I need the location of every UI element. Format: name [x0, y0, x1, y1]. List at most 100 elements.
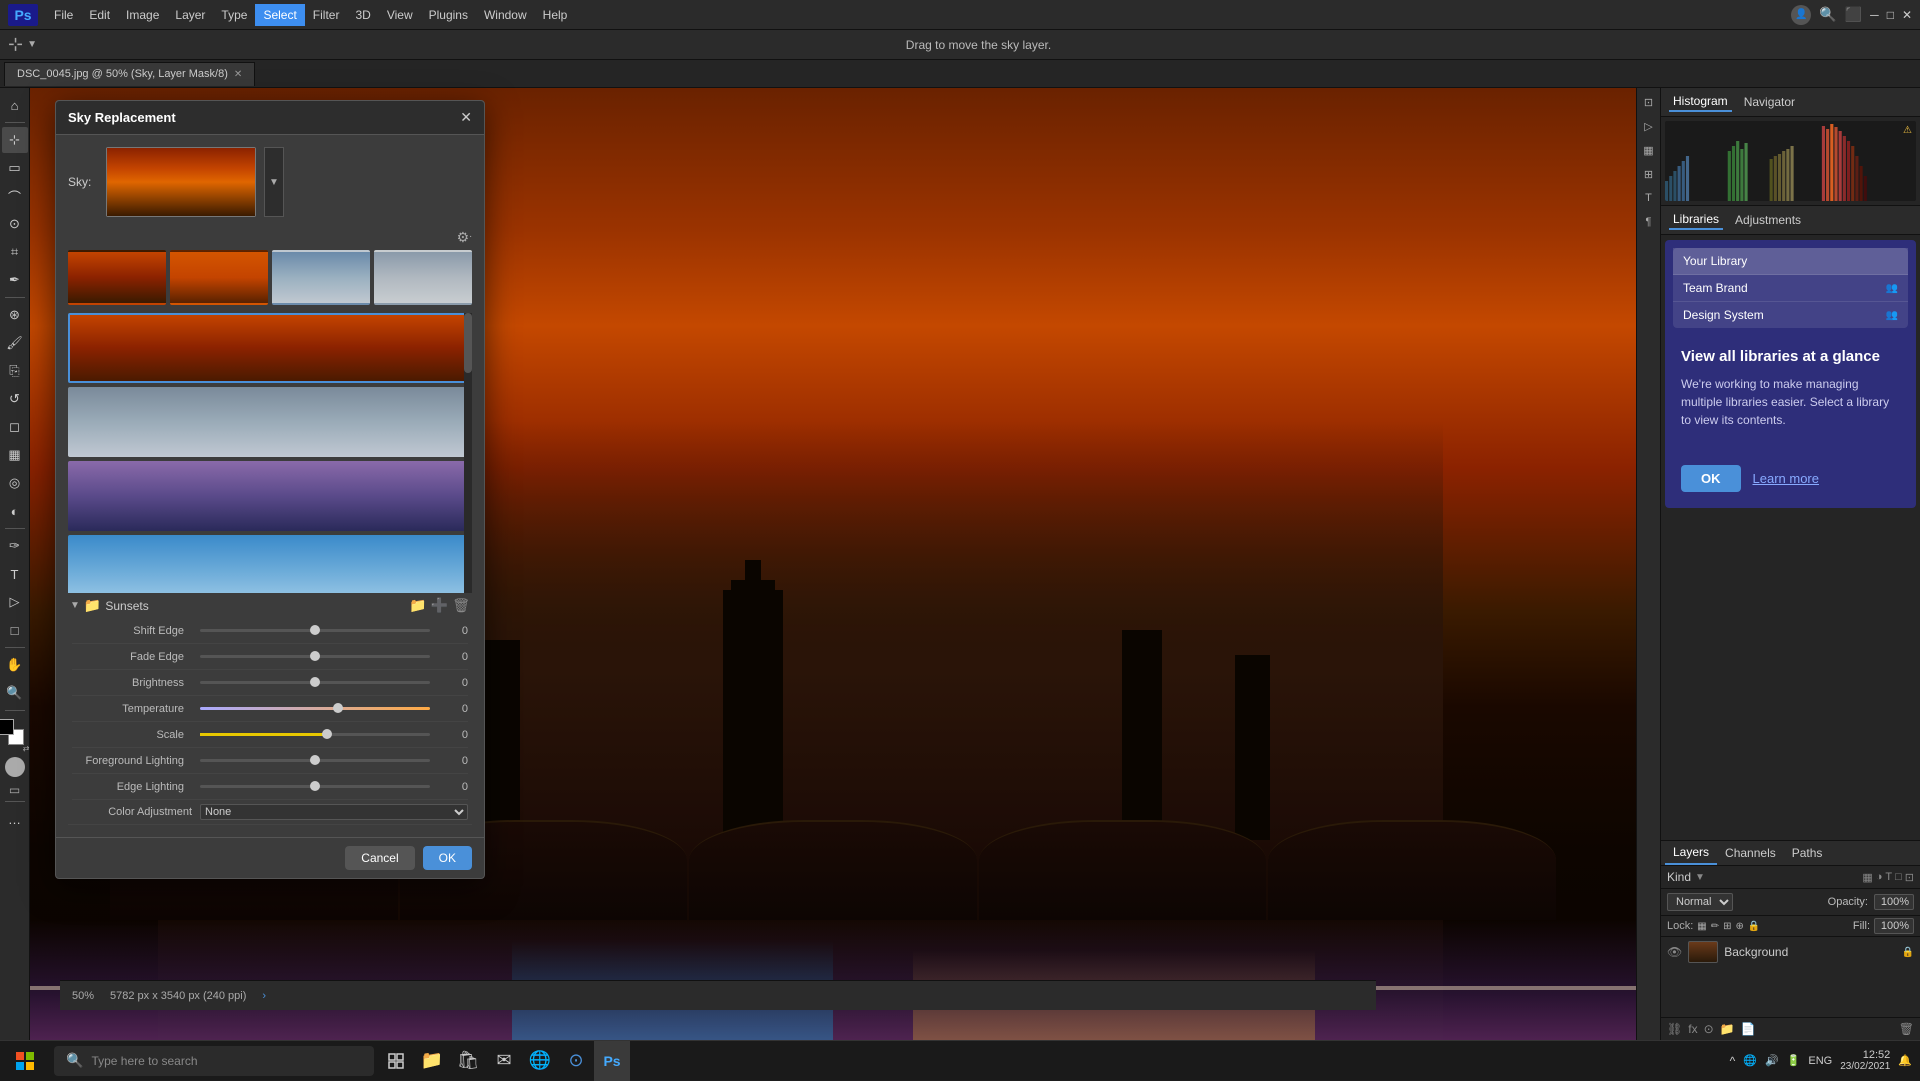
edge-lighting-thumb[interactable] — [310, 781, 320, 791]
marquee-tool[interactable]: ▭ — [2, 155, 28, 181]
settings-dropdown-arrow[interactable]: . — [469, 229, 472, 246]
network-icon[interactable]: 🌐 — [1743, 1054, 1757, 1067]
library-ok-button[interactable]: OK — [1681, 465, 1741, 492]
sunsets-toggle[interactable]: ▼ 📁 Sunsets — [70, 597, 149, 614]
scale-slider[interactable] — [200, 733, 430, 736]
color-adjust-select[interactable]: None — [200, 804, 468, 820]
windows-start-button[interactable] — [0, 1041, 50, 1081]
sky-dropdown-button[interactable]: ▼ — [264, 147, 284, 217]
tab-libraries[interactable]: Libraries — [1669, 210, 1723, 230]
filter-smart-icon[interactable]: ⊡ — [1905, 871, 1914, 884]
foreground-thumb[interactable] — [310, 755, 320, 765]
library-learn-more-button[interactable]: Learn more — [1753, 471, 1819, 486]
menu-layer[interactable]: Layer — [167, 4, 213, 26]
lock-image-icon[interactable]: ✏ — [1711, 921, 1719, 932]
pen-tool[interactable]: ✑ — [2, 533, 28, 559]
add-style-icon[interactable]: fx — [1688, 1022, 1697, 1036]
brightness-slider[interactable] — [200, 681, 430, 684]
panel-icon-3[interactable]: ▦ — [1639, 140, 1659, 160]
tab-layers[interactable]: Layers — [1665, 841, 1717, 865]
eraser-tool[interactable]: ◻ — [2, 414, 28, 440]
swap-colors-icon[interactable]: ⇄ — [23, 744, 30, 753]
sky-preview-thumbnail[interactable] — [106, 147, 256, 217]
menu-image[interactable]: Image — [118, 4, 167, 26]
battery-icon[interactable]: 🔋 — [1787, 1054, 1801, 1067]
ok-button[interactable]: OK — [423, 846, 472, 870]
panel-icon-6[interactable]: ¶ — [1639, 212, 1659, 232]
blend-mode-select[interactable]: Normal — [1667, 893, 1733, 911]
new-layer-icon[interactable]: 📄 — [1741, 1022, 1756, 1036]
tab-adjustments[interactable]: Adjustments — [1731, 211, 1805, 229]
move-tool-icon[interactable]: ⊹ — [8, 34, 23, 55]
delete-sky-icon[interactable]: 🗑 — [452, 597, 470, 614]
path-select-tool[interactable]: ▷ — [2, 589, 28, 615]
filter-pixel-icon[interactable]: ▦ — [1862, 871, 1872, 884]
lock-all-icon[interactable]: 🔒 — [1748, 921, 1760, 932]
volume-icon[interactable]: 🔊 — [1765, 1054, 1779, 1067]
filter-adjust-icon[interactable]: ◑ — [1876, 871, 1883, 884]
menu-file[interactable]: File — [46, 4, 81, 26]
tab-channels[interactable]: Channels — [1717, 842, 1784, 864]
healing-tool[interactable]: ⊛ — [2, 302, 28, 328]
fill-input[interactable] — [1874, 918, 1914, 934]
sky-thumb-2[interactable] — [170, 250, 268, 305]
panel-icon-4[interactable]: ⊞ — [1639, 164, 1659, 184]
brush-tool[interactable]: 🖌 — [2, 330, 28, 356]
quick-select-tool[interactable]: ⊙ — [2, 211, 28, 237]
temperature-slider[interactable] — [200, 707, 430, 710]
lasso-tool[interactable]: ⌒ — [2, 183, 28, 209]
dodge-tool[interactable]: ◐ — [2, 498, 28, 524]
sky-thumb-clouds-large[interactable] — [68, 387, 472, 457]
lock-transparent-icon[interactable]: ▦ — [1697, 921, 1706, 932]
menu-edit[interactable]: Edit — [81, 4, 118, 26]
sky-active-selection[interactable] — [68, 313, 472, 383]
clock-area[interactable]: 12:52 23/02/2021 — [1840, 1049, 1890, 1072]
taskbar-search-box[interactable]: 🔍 Type here to search — [54, 1046, 374, 1076]
library-item-design-system[interactable]: Design System 👥 — [1673, 302, 1908, 328]
panel-icon-1[interactable]: ⊡ — [1639, 92, 1659, 112]
system-tray-show-icon[interactable]: ^ — [1730, 1054, 1736, 1068]
link-layers-icon[interactable]: ⛓ — [1667, 1022, 1682, 1036]
edge-lighting-slider[interactable] — [200, 785, 430, 788]
library-item-team-brand[interactable]: Team Brand 👥 — [1673, 275, 1908, 302]
library-item-your-library[interactable]: Your Library — [1673, 248, 1908, 275]
doc-tab-active[interactable]: DSC_0045.jpg @ 50% (Sky, Layer Mask/8) ✕ — [4, 62, 255, 86]
filter-shape-icon[interactable]: □ — [1895, 871, 1902, 884]
tab-navigator[interactable]: Navigator — [1740, 93, 1799, 111]
quick-mask-btn[interactable] — [5, 757, 25, 777]
zoom-tool[interactable]: 🔍 — [2, 680, 28, 706]
screen-mode-btn[interactable]: ▭ — [9, 783, 20, 797]
filter-type-icon[interactable]: T — [1885, 871, 1892, 884]
more-info-btn[interactable]: › — [262, 990, 266, 1002]
clone-tool[interactable]: ⎘ — [2, 358, 28, 384]
tab-histogram[interactable]: Histogram — [1669, 92, 1732, 112]
chrome-icon[interactable]: ⊙ — [558, 1041, 594, 1081]
sky-scrollbar[interactable] — [464, 313, 472, 593]
fade-edge-thumb[interactable] — [310, 651, 320, 661]
sky-thumb-1[interactable] — [68, 250, 166, 305]
photoshop-taskbar-icon[interactable]: Ps — [594, 1041, 630, 1081]
share-btn[interactable]: ⬛ — [1845, 6, 1862, 23]
foreground-swatch[interactable] — [0, 719, 14, 735]
opacity-input[interactable] — [1874, 894, 1914, 910]
hand-tool[interactable]: ✋ — [2, 652, 28, 678]
type-tool[interactable]: T — [2, 561, 28, 587]
sky-scrollbar-thumb[interactable] — [464, 313, 472, 373]
task-view-button[interactable] — [378, 1041, 414, 1081]
tool-options-arrow[interactable]: ▼ — [27, 39, 37, 50]
user-avatar[interactable]: 👤 — [1791, 5, 1811, 25]
history-brush[interactable]: ↺ — [2, 386, 28, 412]
fade-edge-slider[interactable] — [200, 655, 430, 658]
new-group-icon[interactable]: 📁 — [1720, 1022, 1735, 1036]
doc-tab-close[interactable]: ✕ — [234, 69, 242, 80]
menu-help[interactable]: Help — [535, 4, 576, 26]
panel-icon-5[interactable]: T — [1639, 188, 1659, 208]
edge-icon[interactable]: 🌐 — [522, 1041, 558, 1081]
scale-thumb[interactable] — [322, 729, 332, 739]
dialog-close-button[interactable]: ✕ — [460, 109, 472, 126]
temperature-thumb[interactable] — [333, 703, 343, 713]
foreground-slider[interactable] — [200, 759, 430, 762]
sky-thumb-blue-large[interactable] — [68, 535, 472, 593]
crop-tool[interactable]: ⌗ — [2, 239, 28, 265]
blur-tool[interactable]: ◎ — [2, 470, 28, 496]
